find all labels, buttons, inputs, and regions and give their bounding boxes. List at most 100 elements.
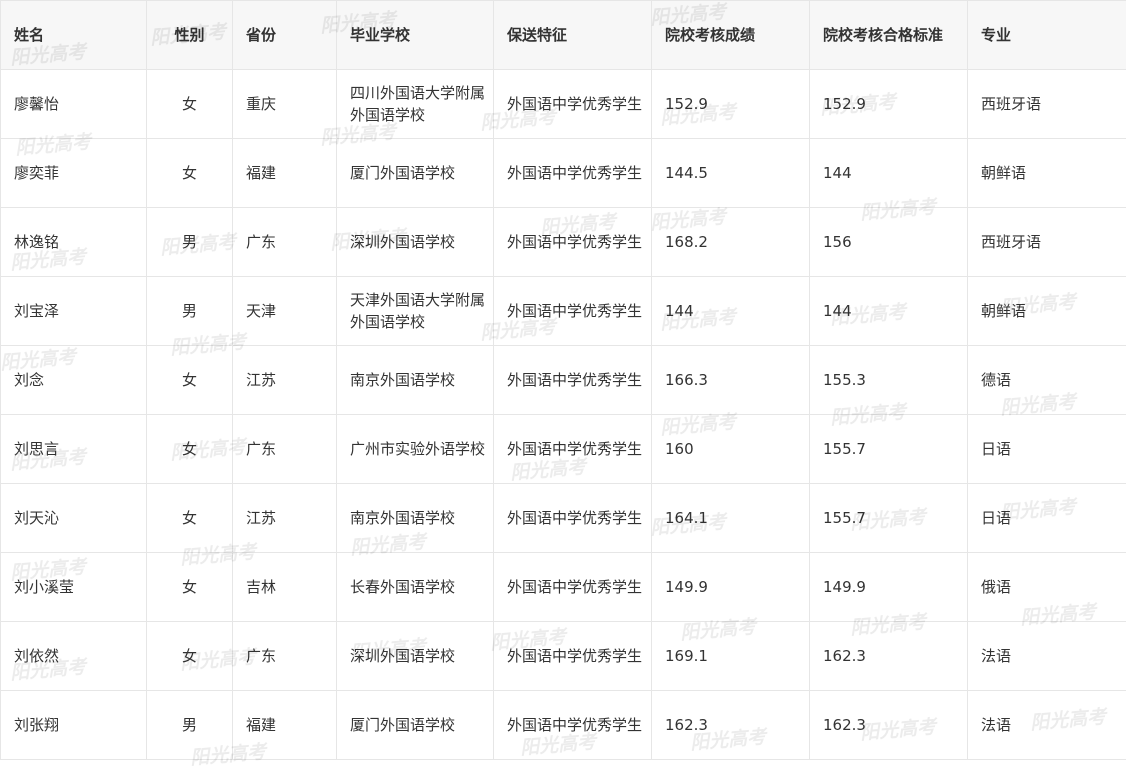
cell-feature: 外国语中学优秀学生 [494, 139, 652, 208]
table-row: 刘小溪莹女吉林长春外国语学校外国语中学优秀学生149.9149.9俄语 [1, 553, 1126, 622]
cell-gender: 女 [147, 622, 233, 691]
cell-major: 朝鲜语 [968, 139, 1126, 208]
cell-school: 深圳外国语学校 [337, 208, 494, 277]
cell-score: 149.9 [652, 553, 810, 622]
cell-province: 天津 [233, 277, 337, 346]
cell-province: 广东 [233, 208, 337, 277]
cell-score: 168.2 [652, 208, 810, 277]
cell-school: 南京外国语学校 [337, 484, 494, 553]
cell-province: 广东 [233, 622, 337, 691]
cell-province: 重庆 [233, 70, 337, 139]
cell-major: 日语 [968, 415, 1126, 484]
cell-name: 刘宝泽 [1, 277, 147, 346]
cell-major: 俄语 [968, 553, 1126, 622]
cell-province: 江苏 [233, 484, 337, 553]
cell-standard: 152.9 [810, 70, 968, 139]
cell-standard: 162.3 [810, 691, 968, 760]
cell-score: 162.3 [652, 691, 810, 760]
cell-school: 南京外国语学校 [337, 346, 494, 415]
header-gender: 性别 [147, 1, 233, 70]
header-feature: 保送特征 [494, 1, 652, 70]
cell-gender: 女 [147, 553, 233, 622]
cell-score: 152.9 [652, 70, 810, 139]
cell-name: 廖馨怡 [1, 70, 147, 139]
cell-standard: 149.9 [810, 553, 968, 622]
cell-standard: 144 [810, 277, 968, 346]
cell-major: 法语 [968, 691, 1126, 760]
cell-major: 德语 [968, 346, 1126, 415]
cell-feature: 外国语中学优秀学生 [494, 70, 652, 139]
cell-province: 福建 [233, 139, 337, 208]
cell-score: 169.1 [652, 622, 810, 691]
cell-school: 厦门外国语学校 [337, 691, 494, 760]
cell-gender: 男 [147, 277, 233, 346]
cell-standard: 155.7 [810, 415, 968, 484]
cell-gender: 女 [147, 70, 233, 139]
table-row: 廖奕菲女福建厦门外国语学校外国语中学优秀学生144.5144朝鲜语 [1, 139, 1126, 208]
header-major: 专业 [968, 1, 1126, 70]
cell-province: 江苏 [233, 346, 337, 415]
cell-gender: 男 [147, 208, 233, 277]
cell-feature: 外国语中学优秀学生 [494, 553, 652, 622]
cell-name: 刘思言 [1, 415, 147, 484]
cell-school: 四川外国语大学附属外国语学校 [337, 70, 494, 139]
cell-feature: 外国语中学优秀学生 [494, 415, 652, 484]
cell-gender: 女 [147, 139, 233, 208]
cell-score: 160 [652, 415, 810, 484]
cell-school: 厦门外国语学校 [337, 139, 494, 208]
table-body: 廖馨怡女重庆四川外国语大学附属外国语学校外国语中学优秀学生152.9152.9西… [1, 70, 1126, 760]
cell-major: 日语 [968, 484, 1126, 553]
cell-province: 福建 [233, 691, 337, 760]
cell-score: 166.3 [652, 346, 810, 415]
table-row: 刘依然女广东深圳外国语学校外国语中学优秀学生169.1162.3法语 [1, 622, 1126, 691]
cell-standard: 162.3 [810, 622, 968, 691]
cell-school: 广州市实验外语学校 [337, 415, 494, 484]
table-row: 刘天沁女江苏南京外国语学校外国语中学优秀学生164.1155.7日语 [1, 484, 1126, 553]
cell-score: 144 [652, 277, 810, 346]
table-row: 廖馨怡女重庆四川外国语大学附属外国语学校外国语中学优秀学生152.9152.9西… [1, 70, 1126, 139]
header-standard: 院校考核合格标准 [810, 1, 968, 70]
cell-name: 刘念 [1, 346, 147, 415]
cell-feature: 外国语中学优秀学生 [494, 691, 652, 760]
cell-school: 深圳外国语学校 [337, 622, 494, 691]
cell-school: 天津外国语大学附属外国语学校 [337, 277, 494, 346]
cell-feature: 外国语中学优秀学生 [494, 622, 652, 691]
cell-score: 164.1 [652, 484, 810, 553]
cell-feature: 外国语中学优秀学生 [494, 208, 652, 277]
cell-province: 广东 [233, 415, 337, 484]
header-province: 省份 [233, 1, 337, 70]
header-school: 毕业学校 [337, 1, 494, 70]
table-row: 刘念女江苏南京外国语学校外国语中学优秀学生166.3155.3德语 [1, 346, 1126, 415]
table-row: 刘宝泽男天津天津外国语大学附属外国语学校外国语中学优秀学生144144朝鲜语 [1, 277, 1126, 346]
table-row: 刘思言女广东广州市实验外语学校外国语中学优秀学生160155.7日语 [1, 415, 1126, 484]
cell-feature: 外国语中学优秀学生 [494, 484, 652, 553]
cell-gender: 女 [147, 484, 233, 553]
cell-standard: 155.7 [810, 484, 968, 553]
cell-gender: 女 [147, 346, 233, 415]
cell-name: 林逸铭 [1, 208, 147, 277]
cell-feature: 外国语中学优秀学生 [494, 277, 652, 346]
cell-name: 刘天沁 [1, 484, 147, 553]
cell-school: 长春外国语学校 [337, 553, 494, 622]
cell-name: 刘依然 [1, 622, 147, 691]
cell-major: 朝鲜语 [968, 277, 1126, 346]
cell-name: 刘小溪莹 [1, 553, 147, 622]
cell-standard: 156 [810, 208, 968, 277]
cell-major: 西班牙语 [968, 208, 1126, 277]
table-row: 刘张翔男福建厦门外国语学校外国语中学优秀学生162.3162.3法语 [1, 691, 1126, 760]
table-row: 林逸铭男广东深圳外国语学校外国语中学优秀学生168.2156西班牙语 [1, 208, 1126, 277]
cell-standard: 155.3 [810, 346, 968, 415]
cell-province: 吉林 [233, 553, 337, 622]
cell-name: 刘张翔 [1, 691, 147, 760]
table-header-row: 姓名 性别 省份 毕业学校 保送特征 院校考核成绩 院校考核合格标准 专业 [1, 1, 1126, 70]
header-score: 院校考核成绩 [652, 1, 810, 70]
header-name: 姓名 [1, 1, 147, 70]
cell-name: 廖奕菲 [1, 139, 147, 208]
cell-major: 法语 [968, 622, 1126, 691]
cell-score: 144.5 [652, 139, 810, 208]
cell-gender: 女 [147, 415, 233, 484]
admission-table: 姓名 性别 省份 毕业学校 保送特征 院校考核成绩 院校考核合格标准 专业 廖馨… [0, 0, 1126, 760]
cell-standard: 144 [810, 139, 968, 208]
cell-gender: 男 [147, 691, 233, 760]
cell-feature: 外国语中学优秀学生 [494, 346, 652, 415]
